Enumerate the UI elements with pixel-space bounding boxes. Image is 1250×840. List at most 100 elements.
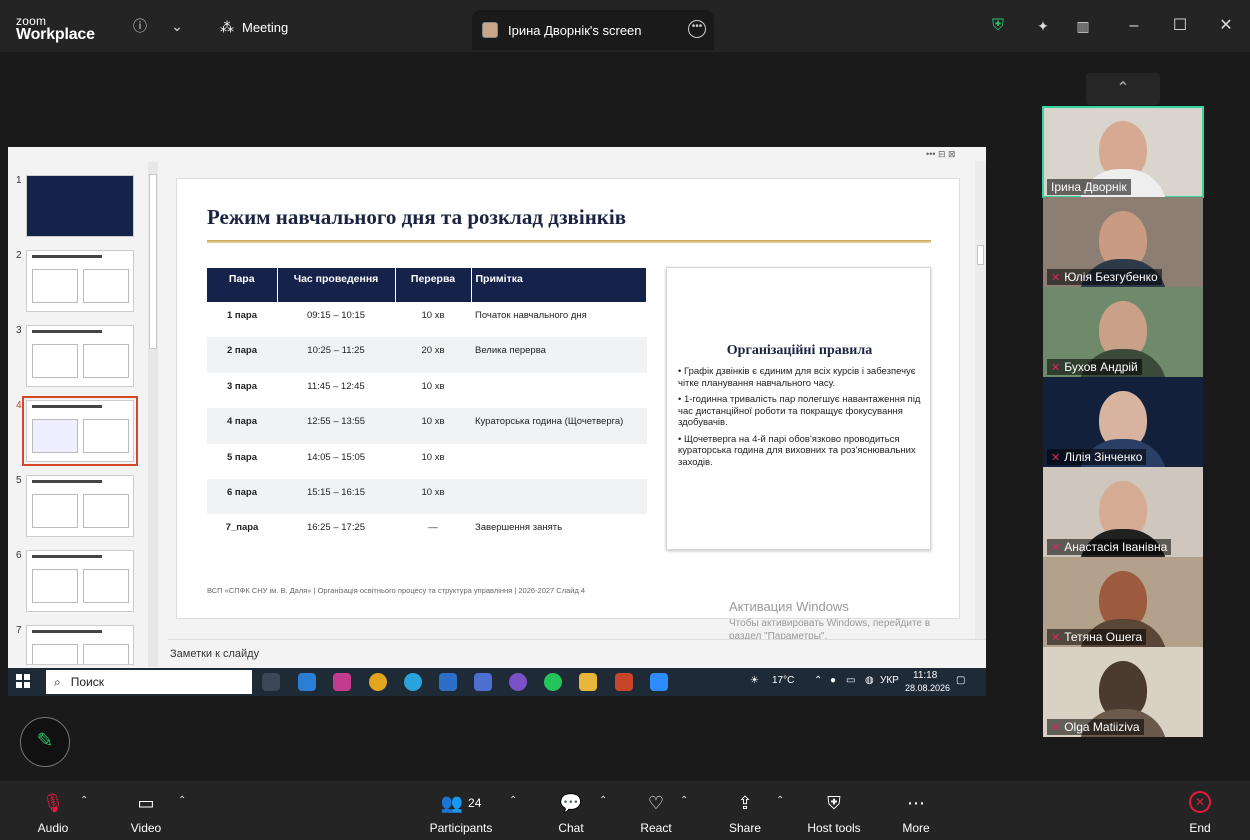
instagram-icon[interactable] (333, 673, 351, 691)
info-icon[interactable]: ⓘ (130, 16, 150, 36)
audio-options-caret[interactable]: ⌃ (80, 795, 88, 806)
store-icon[interactable] (474, 673, 492, 691)
chevron-down-icon[interactable]: ⌄ (167, 16, 187, 36)
participants-options-caret[interactable]: ⌃ (509, 795, 517, 806)
participants-label: Participants (429, 821, 493, 835)
share-button[interactable]: ⇪ Share (726, 791, 764, 835)
whatsapp-icon[interactable] (544, 673, 562, 691)
tray-time: 11:18 (913, 670, 938, 681)
title-bar: zoom Workplace ⓘ ⌄ ⁂ Meeting Ірина Дворн… (0, 0, 1250, 52)
chrome-icon[interactable] (369, 673, 387, 691)
tray-volume-icon[interactable]: ◍ (865, 675, 874, 686)
defender-icon[interactable] (439, 673, 457, 691)
participant-name: Ірина Дворнік (1047, 179, 1131, 195)
people-icon: ⁂ (220, 18, 234, 35)
more-options-icon[interactable]: ••• (688, 20, 706, 38)
slide-thumbnail-7[interactable] (26, 625, 134, 665)
mic-muted-icon: ✕ (1051, 541, 1061, 554)
host-tools-button[interactable]: ⛨ Host tools (804, 791, 864, 835)
participant-name-text: Анастасія Іванівна (1064, 540, 1168, 554)
participants-icon: 👥 24 (440, 793, 482, 813)
participant-name: ✕ Юлія Безгубенко (1047, 269, 1162, 285)
slide-thumbnail-5[interactable] (26, 475, 134, 537)
audio-button[interactable]: 🎙 Audio (30, 791, 76, 835)
rules-title: Організаційні правила (726, 343, 873, 358)
meeting-button[interactable]: ⁂ Meeting (220, 16, 288, 38)
chat-button[interactable]: 💬 Chat (553, 791, 589, 835)
maximize-button[interactable]: ☐ (1168, 14, 1192, 38)
cell-break: 10 хв (421, 451, 445, 463)
slide-scrollbar[interactable] (975, 161, 986, 639)
slide-notes-bar[interactable]: Заметки к слайду (168, 639, 986, 665)
tray-mic-icon[interactable]: ● (830, 675, 836, 686)
chat-options-caret[interactable]: ⌃ (599, 795, 607, 806)
magic-wand-icon[interactable]: ✦ (1033, 16, 1053, 36)
participant-name-text: Olga Matiiziva (1064, 720, 1140, 734)
participant-tile[interactable]: ✕ Анастасія Іванівна (1043, 467, 1203, 557)
windows-activation-watermark: Активация Windows Чтобы активировать Win… (729, 599, 959, 643)
share-options-caret[interactable]: ⌃ (776, 795, 784, 806)
more-button[interactable]: ⋯ More (898, 791, 934, 835)
rules-box: Організаційні правила • Графік дзвінків … (666, 267, 931, 550)
notification-icon[interactable]: ▢ (956, 675, 965, 686)
minimize-button[interactable]: – (1122, 14, 1146, 38)
participant-name: ✕ Бухов Андрій (1047, 359, 1142, 375)
weather-icon[interactable]: ☀ (750, 675, 759, 686)
participant-tile[interactable]: ✕ Лілія Зінченко (1043, 377, 1203, 467)
screen-share-tab[interactable]: Ірина Дворнік's screen ••• (472, 10, 714, 50)
cell-para: 5 пара (226, 451, 258, 463)
host-tools-label: Host tools (807, 821, 861, 835)
cell-para: 4 пара (207, 408, 277, 444)
close-button[interactable]: ✕ (1214, 14, 1238, 38)
thumbnail-scrollbar[interactable] (148, 162, 158, 667)
participant-name: ✕ Лілія Зінченко (1047, 449, 1147, 465)
cell-para: 2 пара (207, 337, 277, 373)
tray-language[interactable]: УКР (880, 675, 899, 686)
tray-network-icon[interactable]: ▭ (846, 675, 855, 686)
chat-label: Chat (558, 821, 584, 835)
shield-check-icon[interactable]: ⛨ (988, 16, 1008, 36)
slide-thumbnail-1[interactable] (26, 175, 134, 237)
participant-tile[interactable]: ✕ Юлія Безгубенко (1043, 197, 1203, 287)
powerpoint-icon[interactable] (615, 673, 633, 691)
layout-icon[interactable]: ▥ (1073, 16, 1093, 36)
meeting-label: Meeting (242, 19, 289, 35)
more-dots-icon: ⋯ (907, 793, 925, 813)
scrollbar-thumb[interactable] (977, 245, 984, 265)
slide-thumbnail-3[interactable] (26, 325, 134, 387)
outlook-icon[interactable] (298, 673, 316, 691)
taskbar-search[interactable]: ⌕ Поиск (46, 670, 252, 694)
windows-start-icon[interactable] (16, 674, 30, 688)
cell-break: 10 хв (395, 478, 471, 515)
scrollbar-thumb[interactable] (149, 174, 157, 349)
zoom-app-icon[interactable] (650, 673, 668, 691)
video-button[interactable]: ▭ Video (124, 791, 168, 835)
meeting-toolbar: 🎙 Audio ⌃ ▭ Video ⌃ 👥 24 Participants ⌃ … (0, 781, 1250, 840)
cell-note (471, 373, 647, 408)
participant-tile[interactable]: ✕ Бухов Андрій (1043, 287, 1203, 377)
telegram-icon[interactable] (404, 673, 422, 691)
slide-thumbnail-4[interactable] (22, 396, 138, 466)
react-button[interactable]: ♡ React (636, 791, 676, 835)
cell-note (471, 444, 647, 479)
cell-note: Початок навчального дня (475, 310, 587, 321)
rules-list: • Графік дзвінків є єдиним для всіх курс… (678, 366, 924, 473)
slide-thumbnail-6[interactable] (26, 550, 134, 612)
task-view-icon[interactable] (262, 673, 280, 691)
slide-title: Режим навчального дня та розклад дзвінкі… (207, 205, 627, 229)
viber-icon[interactable] (509, 673, 527, 691)
tray-chevron-icon[interactable]: ⌃ (814, 675, 822, 686)
explorer-icon[interactable] (579, 673, 597, 691)
cell-time: 10:25 – 11:25 (277, 337, 395, 373)
current-slide: Режим навчального дня та розклад дзвінкі… (176, 178, 960, 619)
participants-button[interactable]: 👥 24 Participants (426, 791, 496, 835)
slide-thumbnail-2[interactable] (26, 250, 134, 312)
scroll-up-button[interactable]: ⌃ (1086, 73, 1160, 105)
end-button[interactable]: ✕ End (1182, 791, 1218, 835)
video-options-caret[interactable]: ⌃ (178, 795, 186, 806)
participant-tile[interactable]: Ірина Дворнік (1042, 106, 1204, 198)
participant-tile[interactable]: ✕ Olga Matiiziva (1043, 647, 1203, 737)
annotate-pencil-button[interactable]: ✎ (20, 717, 70, 767)
participant-tile[interactable]: ✕ Тетяна Ошега (1043, 557, 1203, 647)
react-options-caret[interactable]: ⌃ (680, 795, 688, 806)
